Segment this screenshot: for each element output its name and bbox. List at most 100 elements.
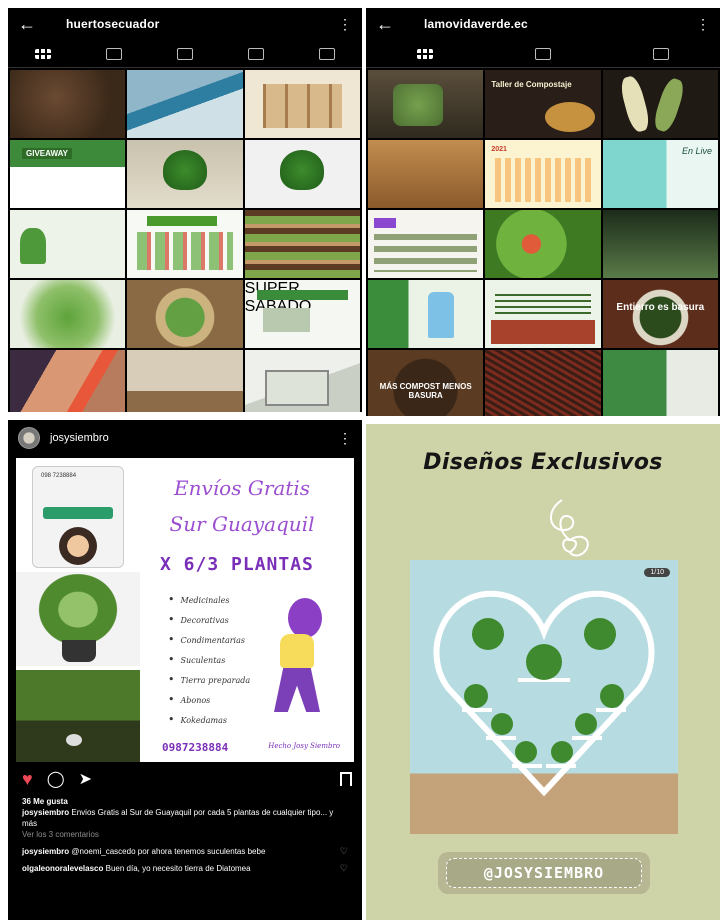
post-thumbnail[interactable] bbox=[127, 70, 243, 138]
huertosecuador-profile-panel: ← huertosecuador ⋮ GIVEAWAY SUPER SABADO bbox=[8, 8, 362, 412]
post-thumbnail[interactable] bbox=[602, 70, 718, 138]
caption-text: Envios Gratis al Sur de Guayaquil por ca… bbox=[22, 808, 334, 828]
phone-mockup-number: 098 7238884 bbox=[41, 473, 77, 479]
diseños-exclusivos-panel: Diseños Exclusivos 1/10 @JOSYSIEMBRO bbox=[366, 424, 720, 920]
back-arrow-icon[interactable]: ← bbox=[376, 14, 406, 35]
post-thumbnail[interactable]: En Live bbox=[602, 140, 718, 208]
profile-tabs bbox=[8, 40, 362, 68]
video-tab-icon[interactable] bbox=[535, 47, 551, 60]
bookmark-icon[interactable] bbox=[340, 772, 352, 786]
thumbnail-text: MÁS COMPOST MENOS BASURA bbox=[379, 382, 472, 400]
post-thumbnail[interactable] bbox=[485, 210, 601, 278]
comment-row: olgaleonoralevelasco Buen día, yo necesi… bbox=[22, 863, 348, 874]
hair-shape bbox=[288, 598, 322, 638]
account-name: huertosecuador bbox=[66, 17, 160, 31]
heart-plant-stand-photo[interactable]: 1/10 bbox=[410, 560, 678, 834]
post-thumbnail[interactable] bbox=[485, 280, 601, 348]
share-icon[interactable]: ➤ bbox=[79, 769, 92, 789]
reels-tab-icon[interactable] bbox=[106, 47, 123, 60]
thumbnail-text: 2021 bbox=[491, 146, 507, 153]
lamovidaverde-profile-panel: ← lamovidaverde.ec ⋮ Taller de Compostaj… bbox=[366, 8, 720, 416]
thumbnail-text: Entierro es basura bbox=[616, 302, 705, 313]
grid-tab-icon[interactable] bbox=[35, 48, 52, 59]
shop-tab-icon[interactable] bbox=[247, 47, 264, 60]
thumbnail-text: SUPER SABADO bbox=[244, 280, 312, 315]
post-grid: Taller de Compostaje 2021 En Live Entierro … bbox=[366, 68, 720, 416]
post-image[interactable]: 098 7238884 Envíos Gratis Sur Guayaquil … bbox=[16, 458, 354, 762]
profile-photo bbox=[59, 527, 97, 565]
post-thumbnail[interactable] bbox=[10, 350, 126, 412]
more-options-icon[interactable]: ⋮ bbox=[338, 16, 352, 33]
comment-like-icon[interactable]: ♡ bbox=[338, 846, 348, 857]
comment-row: josysiembro @noemi_cascedo por ahora ten… bbox=[22, 846, 348, 857]
thumbnail-text: GIVEAWAY bbox=[22, 148, 72, 159]
post-author[interactable]: josysiembro bbox=[50, 432, 338, 444]
post-thumbnail[interactable] bbox=[368, 280, 484, 348]
post-thumbnail[interactable] bbox=[127, 140, 243, 208]
tagged-tab-icon[interactable] bbox=[318, 47, 335, 60]
caption-user[interactable]: josysiembro bbox=[22, 808, 69, 817]
product-list: MedicinalesDecorativasCondimentariasSucu… bbox=[168, 590, 251, 730]
profile-header: ← lamovidaverde.ec ⋮ bbox=[366, 8, 720, 40]
comment-like-icon[interactable]: ♡ bbox=[338, 863, 348, 874]
post-thumbnail[interactable] bbox=[127, 210, 243, 278]
tagged-tab-icon[interactable] bbox=[653, 47, 669, 60]
post-header: josysiembro ⋮ bbox=[8, 420, 362, 456]
profile-tabs bbox=[366, 40, 720, 68]
comment-text: @noemi_cascedo por ahora tenemos suculen… bbox=[71, 847, 266, 856]
comment-text: Buen día, yo necesito tierra de Diatomea bbox=[105, 864, 251, 873]
back-arrow-icon[interactable]: ← bbox=[18, 14, 48, 35]
comment-user[interactable]: josysiembro bbox=[22, 847, 69, 856]
more-options-icon[interactable]: ⋮ bbox=[696, 16, 710, 33]
video-tab-icon[interactable] bbox=[176, 47, 193, 60]
post-thumbnail[interactable] bbox=[602, 210, 718, 278]
post-thumbnail[interactable]: GIVEAWAY bbox=[10, 140, 126, 208]
comment-icon[interactable]: ◯ bbox=[47, 769, 65, 789]
post-thumbnail[interactable] bbox=[485, 350, 601, 416]
promo-title: Diseños Exclusivos bbox=[423, 450, 663, 475]
post-thumbnail[interactable]: SUPER SABADO bbox=[244, 280, 360, 348]
post-thumbnail[interactable]: Entierro es basura bbox=[602, 280, 718, 348]
post-thumbnail[interactable] bbox=[244, 70, 360, 138]
flyer-line-2: Sur Guayaquil bbox=[169, 512, 315, 536]
post-actions: ♥ ◯ ➤ bbox=[22, 768, 352, 790]
post-thumbnail[interactable] bbox=[368, 210, 484, 278]
woman-illustration bbox=[268, 598, 338, 718]
product-list-item: Decorativas bbox=[168, 610, 250, 630]
product-list-item: Abonos bbox=[168, 690, 250, 710]
post-thumbnail[interactable]: 2021 bbox=[485, 140, 601, 208]
spider-plant-photo bbox=[16, 572, 140, 666]
person-icon bbox=[66, 734, 82, 746]
post-thumbnail[interactable] bbox=[10, 280, 126, 348]
post-thumbnail[interactable] bbox=[244, 350, 360, 412]
post-thumbnail[interactable] bbox=[127, 280, 243, 348]
like-count[interactable]: 36 Me gusta bbox=[22, 796, 348, 807]
product-list-item: Medicinales bbox=[168, 590, 250, 610]
post-thumbnail[interactable] bbox=[602, 350, 718, 416]
account-handle: @JOSYSIEMBRO bbox=[446, 858, 642, 888]
like-heart-icon[interactable]: ♥ bbox=[22, 769, 33, 790]
thumbnail-text: Taller de Compostaje bbox=[491, 80, 572, 89]
grid-tab-icon[interactable] bbox=[417, 48, 433, 59]
thumbnail-text: En Live bbox=[681, 146, 712, 156]
post-thumbnail[interactable] bbox=[244, 140, 360, 208]
post-thumbnail[interactable] bbox=[368, 140, 484, 208]
caption: josysiembro Envios Gratis al Sur de Guay… bbox=[22, 807, 348, 829]
avatar[interactable] bbox=[18, 427, 40, 449]
more-options-icon[interactable]: ⋮ bbox=[338, 430, 352, 447]
post-thumbnail[interactable] bbox=[368, 70, 484, 138]
comment-user[interactable]: olgaleonoralevelasco bbox=[22, 864, 103, 873]
account-name: lamovidaverde.ec bbox=[424, 17, 528, 31]
shirt-shape bbox=[280, 634, 314, 668]
post-thumbnail[interactable] bbox=[244, 210, 360, 278]
post-thumbnail[interactable] bbox=[10, 70, 126, 138]
post-thumbnail[interactable]: Taller de Compostaje bbox=[485, 70, 601, 138]
phone-mockup: 098 7238884 bbox=[32, 466, 124, 568]
view-comments-link[interactable]: Ver los 3 comentarios bbox=[22, 829, 348, 840]
post-thumbnail[interactable] bbox=[127, 350, 243, 412]
post-thumbnail[interactable] bbox=[10, 210, 126, 278]
post-thumbnail[interactable]: MÁS COMPOST MENOS BASURA bbox=[368, 350, 484, 416]
heart-swirl-icon bbox=[550, 499, 589, 557]
carousel-counter: 1/10 bbox=[644, 568, 670, 577]
account-handle-banner: @JOSYSIEMBRO bbox=[438, 852, 650, 894]
